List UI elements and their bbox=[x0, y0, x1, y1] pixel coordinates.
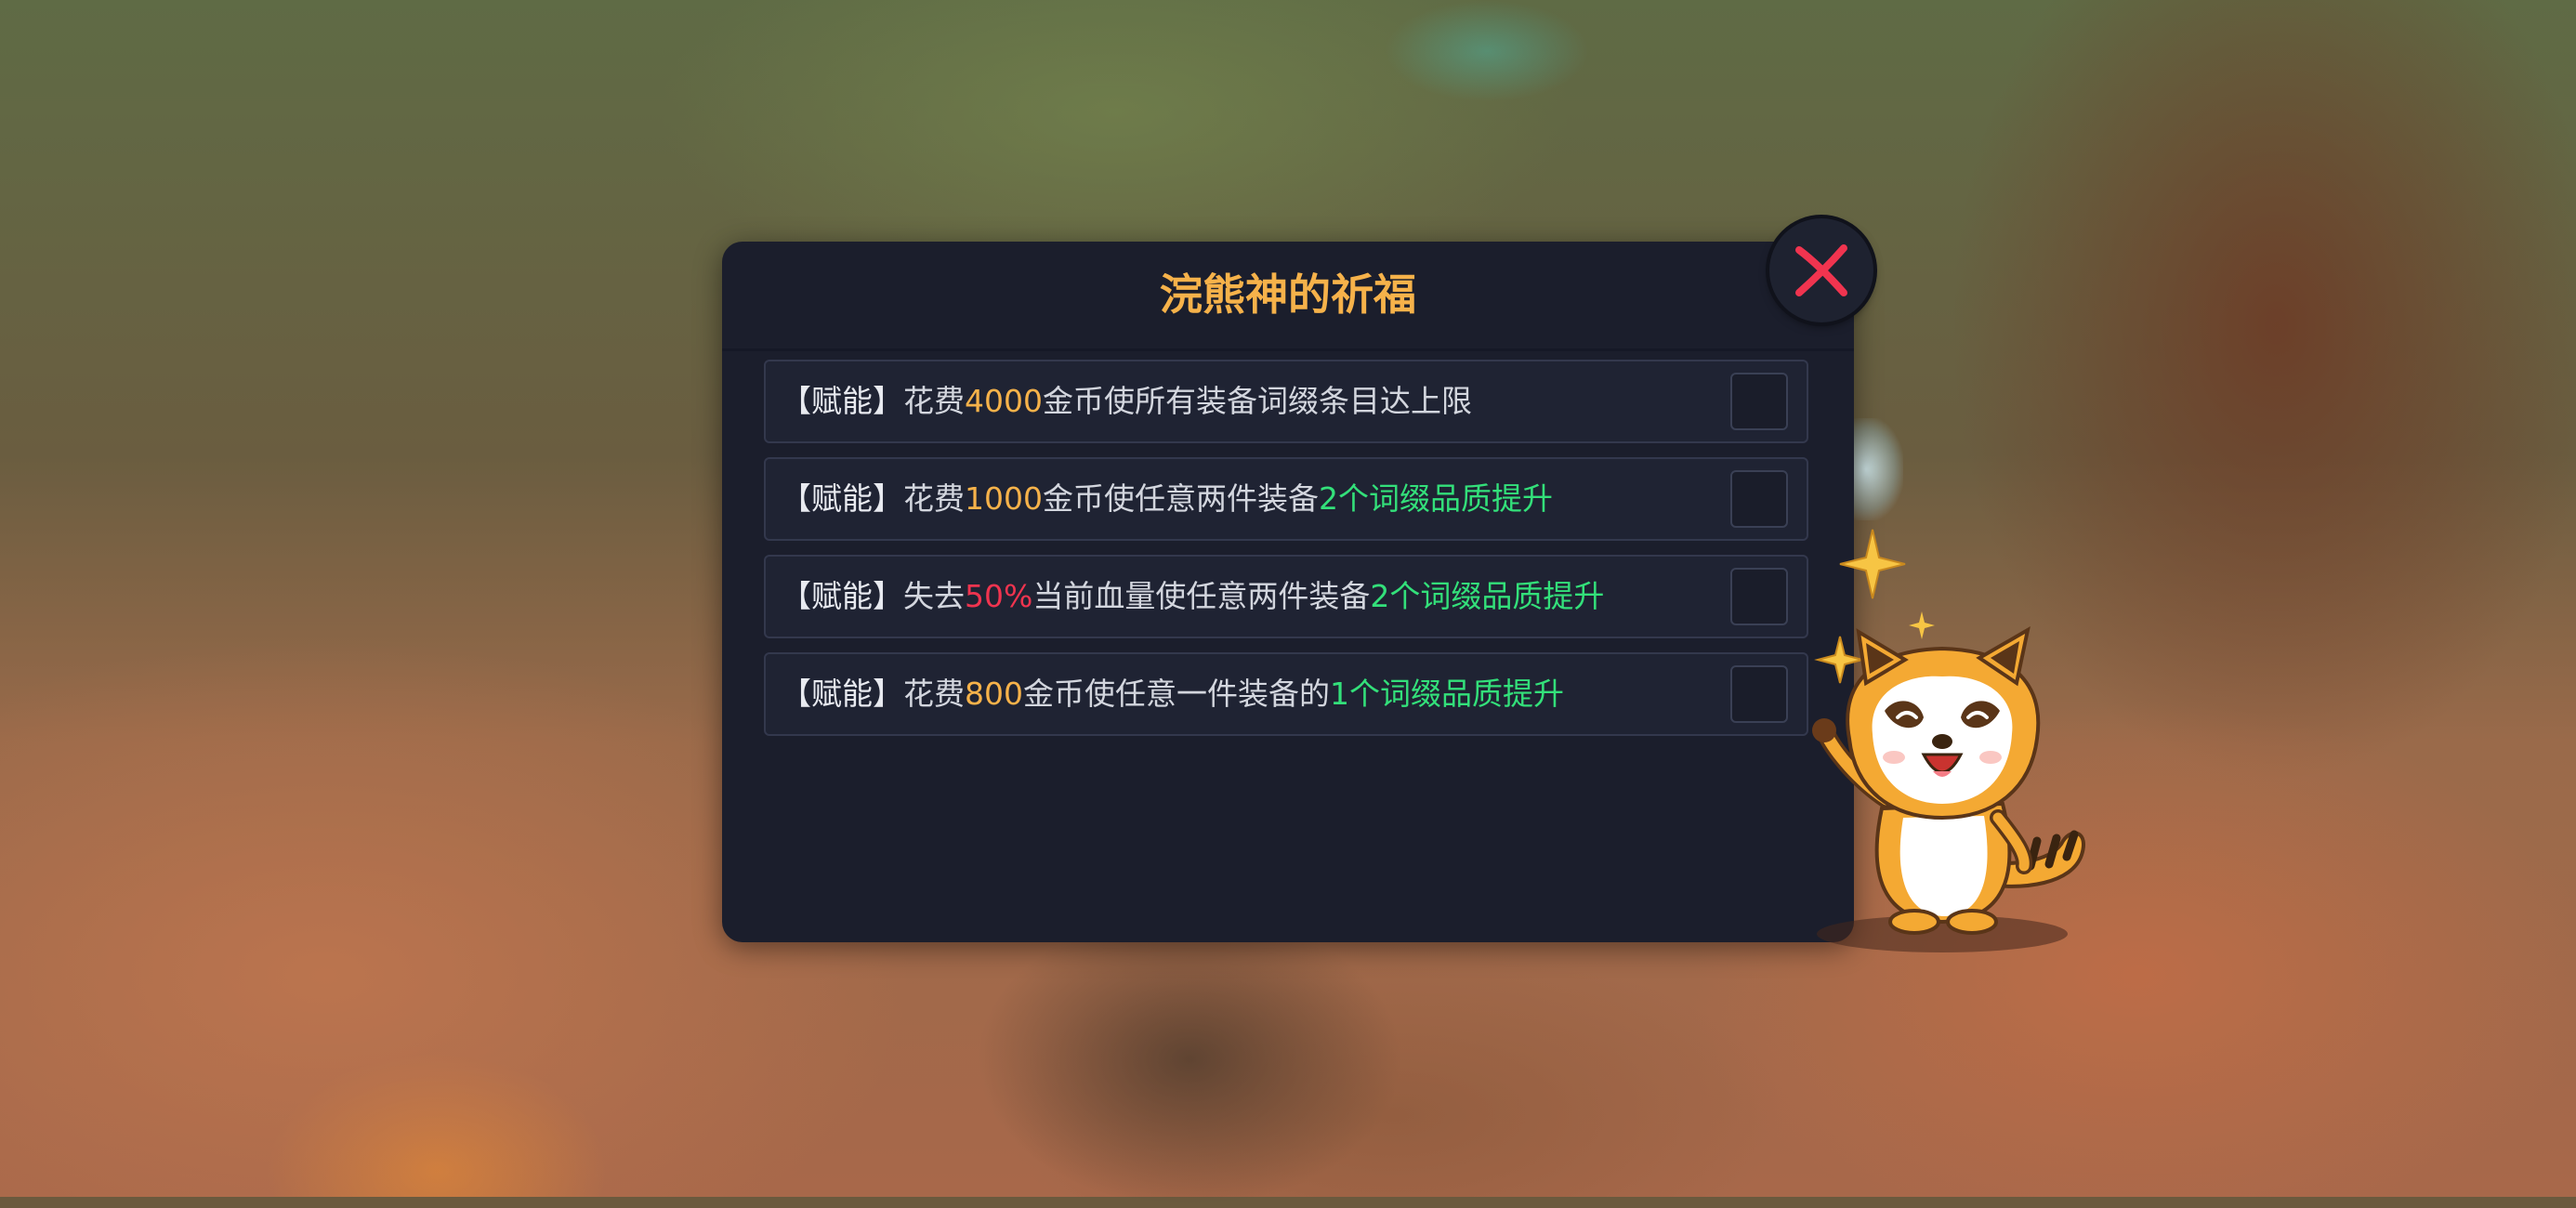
option-pre: 失去 bbox=[903, 578, 965, 614]
option-mid: 金币使所有装备词缀条目达上限 bbox=[1042, 383, 1472, 419]
option-value: 800 bbox=[965, 676, 1023, 712]
option-pre: 花费 bbox=[903, 676, 965, 712]
option-mid: 金币使任意两件装备 bbox=[1042, 480, 1319, 517]
option-text: 【赋能】花费1000金币使任意两件装备2个词缀品质提升 bbox=[781, 459, 1553, 539]
close-x-icon bbox=[1795, 244, 1847, 296]
option-tag: 【赋能】 bbox=[781, 578, 903, 614]
option-row[interactable]: 【赋能】失去50%当前血量使任意两件装备2个词缀品质提升 bbox=[764, 555, 1808, 638]
option-value: 50% bbox=[965, 578, 1033, 614]
option-highlight: 2个词缀品质提升 bbox=[1370, 578, 1605, 614]
background-rock bbox=[976, 911, 1403, 1208]
option-tag: 【赋能】 bbox=[781, 383, 903, 419]
option-row[interactable]: 【赋能】花费4000金币使所有装备词缀条目达上限 bbox=[764, 360, 1808, 443]
option-value: 4000 bbox=[965, 383, 1043, 419]
raccoon-mascot-icon bbox=[1812, 529, 2085, 952]
blessing-dialog: 浣熊神的祈福 【赋能】花费4000金币使所有装备词缀条目达上限 【赋能】花费10… bbox=[722, 242, 1854, 942]
option-text: 【赋能】花费800金币使任意一件装备的1个词缀品质提升 bbox=[781, 654, 1564, 734]
option-tag: 【赋能】 bbox=[781, 676, 903, 712]
option-row[interactable]: 【赋能】花费1000金币使任意两件装备2个词缀品质提升 bbox=[764, 457, 1808, 541]
option-checkbox[interactable] bbox=[1730, 373, 1788, 430]
option-mid: 当前血量使任意两件装备 bbox=[1032, 578, 1371, 614]
option-highlight: 2个词缀品质提升 bbox=[1318, 480, 1553, 517]
option-text: 【赋能】花费4000金币使所有装备词缀条目达上限 bbox=[781, 361, 1472, 441]
sparkle-icon bbox=[1839, 529, 1906, 599]
dialog-title: 浣熊神的祈福 bbox=[1160, 269, 1416, 320]
option-text: 【赋能】失去50%当前血量使任意两件装备2个词缀品质提升 bbox=[781, 557, 1604, 637]
sparkle-icon bbox=[1909, 611, 1935, 639]
background-foliage bbox=[1385, 0, 1589, 102]
option-mid: 金币使任意一件装备的 bbox=[1023, 676, 1330, 712]
option-tag: 【赋能】 bbox=[781, 480, 903, 517]
option-checkbox[interactable] bbox=[1730, 568, 1788, 625]
option-checkbox[interactable] bbox=[1730, 470, 1788, 528]
option-checkbox[interactable] bbox=[1730, 665, 1788, 723]
dialog-header: 浣熊神的祈福 bbox=[722, 242, 1854, 351]
option-row[interactable]: 【赋能】花费800金币使任意一件装备的1个词缀品质提升 bbox=[764, 652, 1808, 736]
sparkle-icon bbox=[1814, 636, 1866, 684]
option-value: 1000 bbox=[965, 480, 1043, 517]
option-pre: 花费 bbox=[903, 383, 965, 419]
option-pre: 花费 bbox=[903, 480, 965, 517]
close-button[interactable] bbox=[1769, 218, 1873, 322]
option-highlight: 1个词缀品质提升 bbox=[1330, 676, 1564, 712]
